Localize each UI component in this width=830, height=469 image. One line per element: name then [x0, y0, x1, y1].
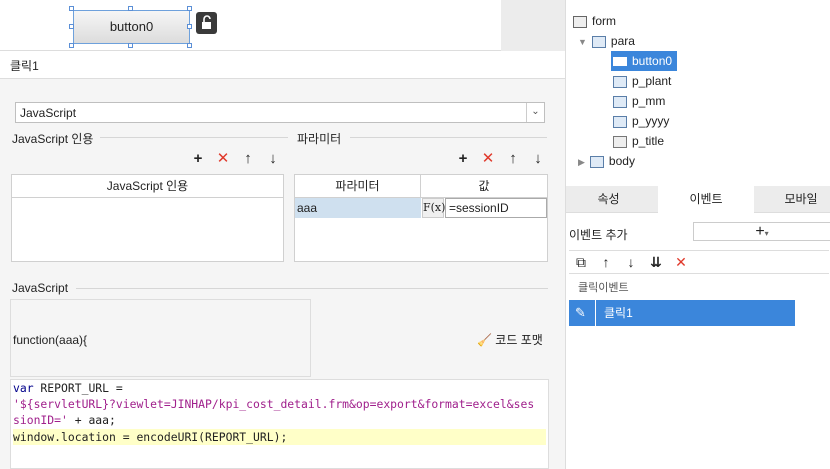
- dropdown-icon: [613, 115, 627, 128]
- add-icon[interactable]: +: [455, 151, 471, 167]
- button-icon: [613, 57, 627, 67]
- tab-mobile[interactable]: 모바일: [760, 186, 830, 213]
- params-label: 파라미터: [297, 132, 342, 146]
- params-header-name: 파라미터: [295, 175, 421, 198]
- chevron-down-icon[interactable]: ⌄: [526, 103, 544, 122]
- code-line: '${servletURL}?viewlet=JINHAP/kpi_cost_d…: [13, 396, 546, 412]
- divider: [350, 137, 547, 138]
- code-string: '${servletURL}?viewlet=JINHAP/kpi_cost_d…: [13, 397, 535, 412]
- canvas-margin: [501, 0, 565, 51]
- arrow-up-icon[interactable]: ↑: [505, 151, 521, 167]
- tree-item-form[interactable]: form: [573, 11, 616, 31]
- delete-icon[interactable]: ✕: [215, 151, 231, 167]
- delete-icon[interactable]: ✕: [480, 151, 496, 167]
- add-event-button[interactable]: +▾: [693, 222, 830, 241]
- tree-item-p-title[interactable]: p_title: [613, 131, 664, 151]
- code-text: REPORT_URL =: [33, 381, 123, 395]
- resize-handle[interactable]: [69, 43, 74, 48]
- params-table[interactable]: 파라미터 값 aaa F(x) =sessionID: [294, 174, 548, 262]
- tree-item-p-plant[interactable]: p_plant: [613, 71, 671, 91]
- tree-item-p-mm[interactable]: p_mm: [613, 91, 665, 111]
- code-keyword: var: [13, 381, 34, 395]
- fx-button[interactable]: F(x): [422, 198, 445, 218]
- unlock-icon[interactable]: [196, 12, 217, 34]
- tree-label: p_mm: [632, 94, 666, 108]
- language-select-value: JavaScript: [20, 106, 77, 120]
- code-string: sionID=': [13, 413, 68, 428]
- design-canvas[interactable]: button0: [0, 0, 565, 51]
- code-text: + aaa;: [67, 413, 116, 428]
- tree-label: p_title: [632, 134, 665, 148]
- language-select[interactable]: JavaScript ⌄: [15, 102, 545, 123]
- panel-icon: [589, 155, 604, 168]
- params-header-value: 값: [421, 175, 547, 198]
- caret-down-icon: ▾: [764, 229, 769, 238]
- format-code-label: 코드 포맷: [495, 333, 543, 347]
- resize-handle[interactable]: [69, 24, 74, 29]
- function-signature-box: function(aaa){: [10, 299, 311, 377]
- param-value-input[interactable]: =sessionID: [445, 198, 547, 218]
- resize-handle[interactable]: [187, 24, 192, 29]
- tree-label: p_plant: [632, 74, 672, 88]
- js-label: JavaScript: [12, 281, 69, 295]
- add-event-label: 이벤트 추가: [569, 228, 628, 242]
- arrow-down-icon[interactable]: ↓: [623, 254, 639, 270]
- js-ref-table[interactable]: JavaScript 인용: [11, 174, 284, 262]
- function-signature: function(aaa){: [13, 333, 88, 347]
- event-title: 클릭1: [0, 51, 565, 79]
- divider: [595, 300, 596, 326]
- right-panel: form ▼ para button0 p_plant p_mm p_yyyy p…: [565, 0, 830, 469]
- tab-properties[interactable]: 속성: [566, 186, 651, 213]
- divider: [76, 288, 548, 289]
- resize-handle[interactable]: [187, 6, 192, 11]
- code-editor[interactable]: var REPORT_URL = '${servletURL}?viewlet=…: [10, 379, 549, 469]
- tab-events[interactable]: 이벤트: [658, 186, 754, 213]
- event-toolbar: ⧉ ↑ ↓ ⇊ ✕: [569, 250, 829, 274]
- code-line: var REPORT_URL =: [13, 380, 546, 396]
- arrow-up-icon[interactable]: ↑: [598, 254, 614, 270]
- code-text: window.location = encodeURI(REPORT_URL);: [13, 429, 288, 444]
- tree-label: body: [608, 154, 635, 168]
- dropdown-icon: [613, 95, 627, 108]
- tree-label: para: [610, 34, 635, 48]
- tree-item-button0[interactable]: button0: [611, 51, 677, 71]
- label-icon: [613, 135, 627, 148]
- add-icon[interactable]: +: [190, 151, 206, 167]
- event-item-click1[interactable]: ✎ 클릭1: [569, 300, 795, 326]
- event-list-header: 클릭이벤트: [578, 282, 629, 294]
- tree-item-para[interactable]: ▼ para: [578, 31, 635, 51]
- resize-handle[interactable]: [128, 43, 133, 48]
- tree-item-body[interactable]: ▶ body: [578, 151, 635, 171]
- canvas-button0[interactable]: button0: [73, 10, 190, 44]
- arrow-up-icon[interactable]: ↑: [240, 151, 256, 167]
- delete-icon[interactable]: ✕: [673, 254, 689, 271]
- event-item-label: 클릭1: [604, 306, 633, 320]
- resize-handle[interactable]: [128, 6, 133, 11]
- divider: [100, 137, 288, 138]
- resize-handle[interactable]: [187, 43, 192, 48]
- arrow-down-icon[interactable]: ↓: [530, 151, 546, 167]
- arrow-down-icon[interactable]: ↓: [265, 151, 281, 167]
- add-icon: +: [755, 223, 765, 240]
- chevron-right-icon[interactable]: ▶: [578, 157, 585, 167]
- code-line-current: window.location = encodeURI(REPORT_URL);: [13, 428, 546, 445]
- panel-icon: [591, 35, 606, 48]
- pencil-icon: ✎: [575, 305, 586, 320]
- resize-handle[interactable]: [69, 6, 74, 11]
- format-code-button[interactable]: 🧹 코드 포맷: [477, 331, 543, 348]
- param-name-cell[interactable]: aaa: [295, 198, 421, 218]
- tree-item-p-yyyy[interactable]: p_yyyy: [613, 111, 669, 131]
- tree-label: p_yyyy: [632, 114, 670, 128]
- move-bottom-icon[interactable]: ⇊: [648, 254, 664, 271]
- js-ref-header: JavaScript 인용: [12, 175, 283, 198]
- dropdown-icon: [613, 75, 627, 88]
- js-ref-label: JavaScript 인용: [12, 132, 94, 146]
- form-icon: [573, 15, 587, 28]
- tree-label: form: [592, 14, 616, 28]
- copy-icon[interactable]: ⧉: [573, 254, 589, 271]
- broom-icon: 🧹: [477, 333, 492, 347]
- code-line: sionID=' + aaa;: [13, 412, 546, 428]
- chevron-down-icon[interactable]: ▼: [578, 37, 587, 47]
- tree-label: button0: [632, 54, 673, 68]
